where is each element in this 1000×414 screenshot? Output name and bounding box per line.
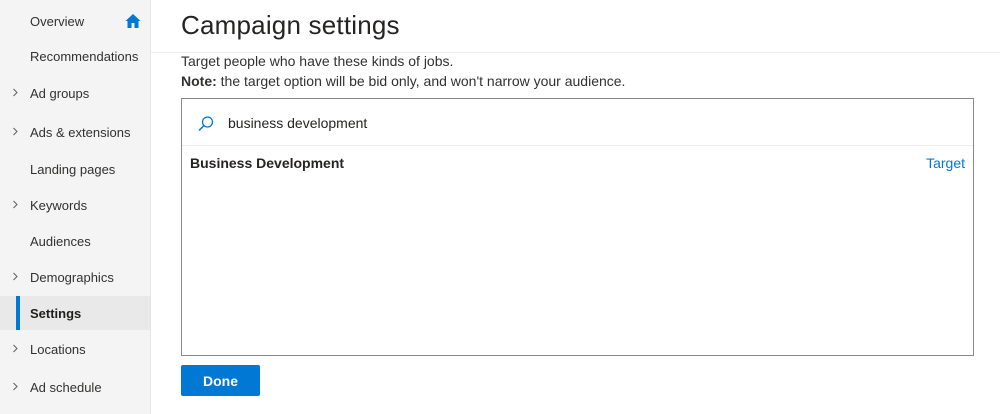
result-name: Business Development bbox=[190, 155, 345, 171]
search-bar bbox=[182, 99, 973, 146]
sidebar-item-demographics[interactable]: Demographics bbox=[0, 260, 150, 294]
sidebar-item-ad-schedule[interactable]: Ad schedule bbox=[0, 370, 150, 404]
sidebar-item-settings[interactable]: Settings bbox=[0, 296, 150, 330]
search-input[interactable] bbox=[228, 111, 828, 135]
sidebar-item-label: Ad groups bbox=[30, 85, 90, 101]
sidebar-item-label: Overview bbox=[30, 13, 85, 29]
sidebar-item-label: Ads & extensions bbox=[30, 124, 131, 140]
search-icon bbox=[198, 116, 214, 132]
job-function-picker: Business Development Target bbox=[181, 98, 974, 356]
done-button[interactable]: Done bbox=[181, 365, 260, 396]
app-window: Overview Recommendations Ad groups Ads &… bbox=[0, 0, 1000, 414]
section-description: Target people who have these kinds of jo… bbox=[181, 53, 454, 69]
sidebar-item-overview[interactable]: Overview bbox=[0, 4, 150, 38]
sidebar-item-label: Landing pages bbox=[30, 161, 116, 177]
target-link[interactable]: Target bbox=[926, 155, 965, 171]
sidebar-item-label: Demographics bbox=[30, 269, 114, 285]
sidebar-item-keywords[interactable]: Keywords bbox=[0, 188, 150, 222]
chevron-right-icon bbox=[13, 344, 18, 353]
chevron-right-icon bbox=[13, 382, 18, 391]
page-header: Campaign settings bbox=[151, 0, 1000, 53]
note-body: the target option will be bid only, and … bbox=[216, 73, 626, 89]
sidebar-item-landing-pages[interactable]: Landing pages bbox=[0, 152, 150, 186]
sidebar-item-ad-groups[interactable]: Ad groups bbox=[0, 76, 150, 110]
chevron-right-icon bbox=[13, 88, 18, 97]
page-title: Campaign settings bbox=[181, 10, 400, 40]
sidebar-item-audiences[interactable]: Audiences bbox=[0, 224, 150, 258]
sidebar-item-label: Keywords bbox=[30, 197, 88, 213]
note-text: Note: the target option will be bid only… bbox=[181, 73, 625, 89]
list-item: Business Development Target bbox=[182, 147, 973, 179]
chevron-right-icon bbox=[13, 127, 18, 136]
sidebar-item-recommendations[interactable]: Recommendations bbox=[0, 39, 150, 73]
sidebar-item-label: Recommendations bbox=[30, 48, 139, 64]
sidebar-item-label: Ad schedule bbox=[30, 379, 102, 395]
sidebar-item-label: Audiences bbox=[30, 233, 91, 249]
sidebar-item-label: Settings bbox=[30, 305, 82, 321]
chevron-right-icon bbox=[13, 200, 18, 209]
home-icon[interactable] bbox=[124, 12, 142, 30]
sidebar-item-ads-extensions[interactable]: Ads & extensions bbox=[0, 115, 150, 149]
sidebar-item-locations[interactable]: Locations bbox=[0, 332, 150, 366]
sidebar-item-label: Locations bbox=[30, 341, 86, 357]
chevron-right-icon bbox=[13, 272, 18, 281]
note-label: Note: bbox=[181, 73, 217, 89]
sidebar: Overview Recommendations Ad groups Ads &… bbox=[0, 0, 151, 414]
